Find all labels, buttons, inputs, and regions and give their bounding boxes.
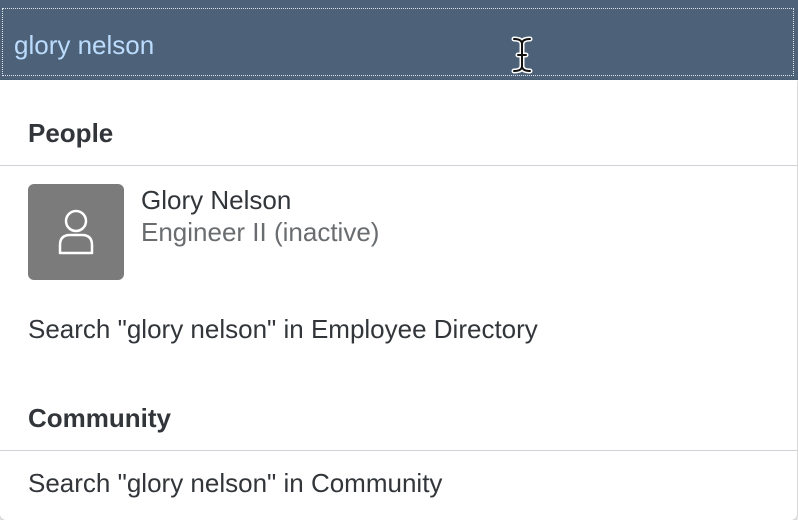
person-icon bbox=[58, 209, 94, 255]
avatar bbox=[28, 184, 124, 280]
people-group-title: People bbox=[28, 118, 114, 148]
people-group-header: People bbox=[0, 80, 797, 166]
person-suggestion[interactable]: Glory Nelson Engineer II (inactive) bbox=[0, 167, 797, 285]
search-employee-directory-link[interactable]: Search "glory nelson" in Employee Direct… bbox=[0, 306, 797, 354]
person-job-title: Engineer II (inactive) bbox=[141, 217, 380, 247]
search-input[interactable] bbox=[14, 28, 714, 62]
search-community-label: Search "glory nelson" in Community bbox=[28, 468, 443, 498]
person-name: Glory Nelson bbox=[141, 185, 292, 215]
community-group-title: Community bbox=[28, 403, 171, 433]
search-community-link[interactable]: Search "glory nelson" in Community bbox=[0, 460, 797, 508]
suggestions-dropdown: People Glory Nelson Engineer II (inactiv… bbox=[0, 80, 797, 520]
community-group-header: Community bbox=[0, 364, 797, 451]
text-cursor-icon bbox=[511, 36, 533, 74]
search-employee-directory-label: Search "glory nelson" in Employee Direct… bbox=[28, 314, 538, 344]
search-bar bbox=[0, 0, 798, 80]
